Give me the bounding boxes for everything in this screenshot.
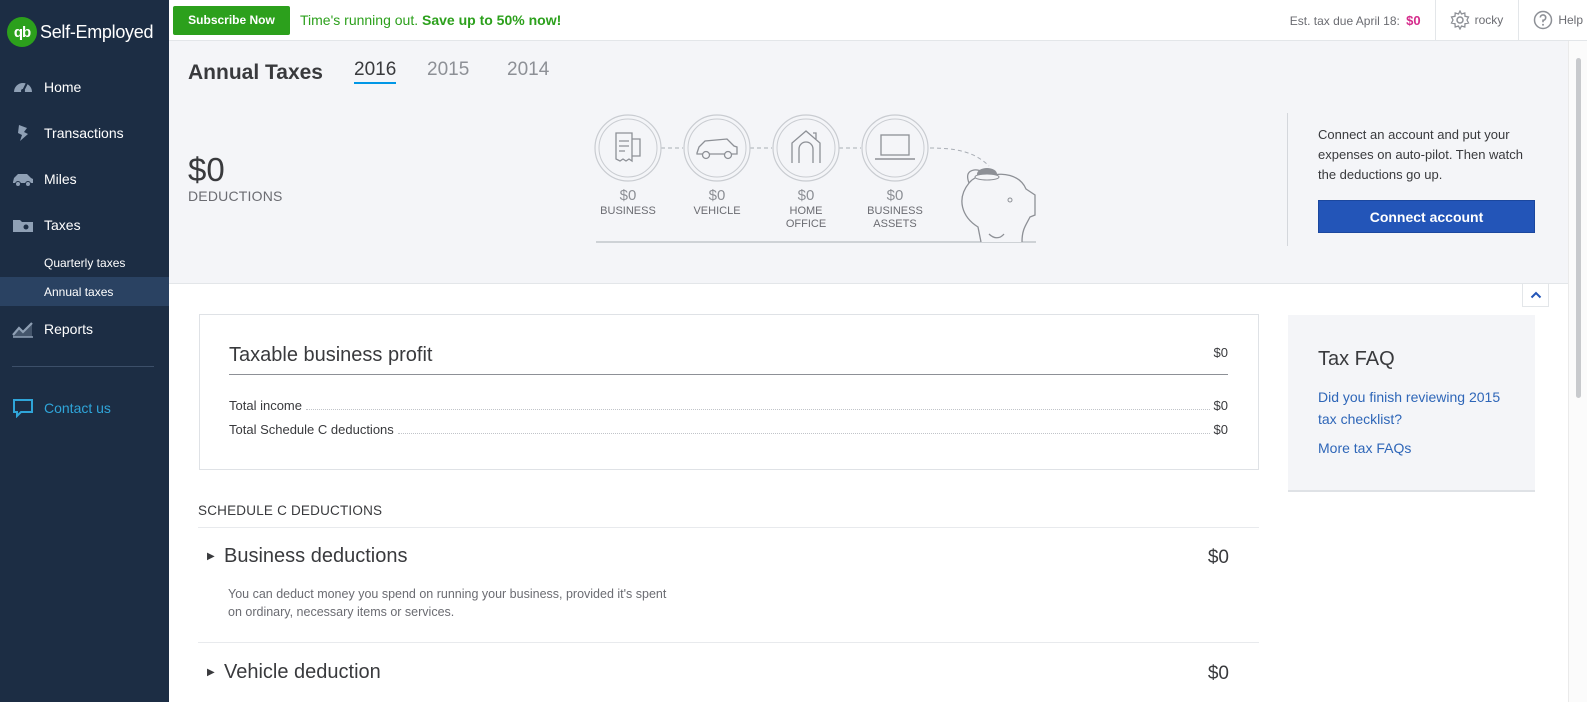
piggy-bank-icon bbox=[961, 168, 1036, 243]
connect-account-text: Connect an account and put your expenses… bbox=[1318, 127, 1524, 182]
car-icon bbox=[11, 169, 35, 189]
subscribe-now-button[interactable]: Subscribe Now bbox=[173, 5, 290, 35]
deductions-summary: Annual Taxes 2016 2015 2014 $0 DEDUCTION… bbox=[169, 41, 1587, 284]
profit-value: $0 bbox=[1213, 345, 1228, 360]
collapse-button[interactable] bbox=[1522, 284, 1549, 307]
taxable-profit-card: Taxable business profit $0 Total income … bbox=[199, 314, 1259, 470]
sidebar-item-label: Reports bbox=[44, 321, 94, 337]
laptop-icon bbox=[861, 114, 929, 182]
sidebar-item-label: Transactions bbox=[44, 125, 124, 141]
faq-checklist-link[interactable]: Did you finish reviewing 2015 tax checkl… bbox=[1318, 386, 1518, 430]
promo-text: Time's running out. bbox=[300, 12, 422, 28]
sidebar-subitem-quarterly-taxes[interactable]: Quarterly taxes bbox=[0, 248, 169, 277]
category-label: BUSINESS ASSETS bbox=[867, 205, 923, 230]
chat-icon bbox=[11, 398, 35, 418]
chevron-up-icon bbox=[1530, 291, 1541, 299]
qb-logo: qb bbox=[7, 17, 37, 47]
top-right-area: Est. tax due April 18: $0 rocky Help bbox=[1290, 0, 1587, 40]
profit-divider bbox=[229, 374, 1228, 375]
hero-divider bbox=[1287, 113, 1288, 246]
help-icon bbox=[1534, 10, 1553, 30]
section-divider bbox=[198, 642, 1259, 643]
sidebar-divider bbox=[12, 366, 154, 367]
deductions-total: $0 bbox=[188, 151, 225, 188]
taxes-icon bbox=[11, 215, 35, 235]
tab-year-2016[interactable]: 2016 bbox=[354, 59, 397, 84]
scrollbar-thumb[interactable] bbox=[1576, 58, 1581, 398]
faq-title: Tax FAQ bbox=[1318, 348, 1395, 370]
more-tax-faqs-link[interactable]: More tax FAQs bbox=[1318, 440, 1411, 456]
category-business-assets: $0 BUSINESS ASSETS bbox=[855, 187, 935, 231]
est-tax-value: $0 bbox=[1406, 12, 1421, 28]
user-menu[interactable]: rocky bbox=[1436, 10, 1519, 30]
sidebar: qb Self-Employed Home Transactions Miles… bbox=[0, 0, 169, 702]
sidebar-item-reports[interactable]: Reports bbox=[0, 306, 169, 352]
dot-leader bbox=[397, 433, 1210, 434]
gear-icon bbox=[1450, 10, 1470, 30]
car-icon bbox=[683, 114, 751, 182]
category-value: $0 bbox=[797, 187, 815, 204]
promo-bold-text[interactable]: Save up to 50% now! bbox=[422, 12, 561, 28]
section-divider bbox=[198, 527, 1259, 528]
dashboard-icon bbox=[11, 77, 35, 97]
schedule-c-heading: SCHEDULE C DEDUCTIONS bbox=[198, 503, 383, 518]
brand[interactable]: qb Self-Employed bbox=[0, 0, 169, 64]
line-label: Total Schedule C deductions bbox=[229, 422, 394, 437]
dot-leader bbox=[305, 409, 1210, 410]
tax-faq-panel: Tax FAQ Did you finish reviewing 2015 ta… bbox=[1288, 315, 1535, 492]
expand-caret-icon[interactable]: ▶ bbox=[207, 667, 215, 678]
estimated-tax: Est. tax due April 18: $0 bbox=[1290, 13, 1435, 28]
sidebar-item-label: Taxes bbox=[44, 217, 81, 233]
business-deductions-description: You can deduct money you spend on runnin… bbox=[228, 587, 667, 619]
expand-caret-icon[interactable]: ▶ bbox=[207, 551, 215, 562]
vehicle-deduction-value: $0 bbox=[1207, 663, 1229, 684]
sidebar-item-home[interactable]: Home bbox=[0, 64, 169, 110]
category-business: $0 BUSINESS bbox=[588, 187, 668, 218]
contact-us-label: Contact us bbox=[44, 400, 111, 416]
top-bar: Subscribe Now Time's running out. Save u… bbox=[169, 0, 1587, 41]
sidebar-subitem-annual-taxes[interactable]: Annual taxes bbox=[0, 277, 169, 306]
brand-name: Self-Employed bbox=[40, 21, 154, 42]
sidebar-item-label: Home bbox=[44, 79, 82, 95]
line-label: Total income bbox=[229, 398, 302, 413]
line-value: $0 bbox=[1213, 398, 1228, 413]
category-vehicle: $0 VEHICLE bbox=[677, 187, 757, 218]
business-deductions-toggle[interactable]: Business deductions bbox=[224, 545, 407, 568]
category-label: HOME OFFICE bbox=[785, 205, 827, 230]
business-deductions-value: $0 bbox=[1207, 547, 1229, 568]
vehicle-deduction-toggle[interactable]: Vehicle deduction bbox=[224, 661, 381, 684]
sidebar-item-label: Miles bbox=[44, 171, 77, 187]
line-value: $0 bbox=[1213, 422, 1228, 437]
profit-title: Taxable business profit bbox=[229, 344, 433, 366]
transactions-icon bbox=[11, 123, 35, 143]
chart-line-icon bbox=[11, 319, 35, 339]
sidebar-item-miles[interactable]: Miles bbox=[0, 156, 169, 202]
category-label: VEHICLE bbox=[693, 205, 741, 217]
total-income-row: Total income $0 bbox=[229, 397, 1228, 413]
category-home-office: $0 HOME OFFICE bbox=[766, 187, 846, 231]
category-value: $0 bbox=[708, 187, 726, 204]
sidebar-item-transactions[interactable]: Transactions bbox=[0, 110, 169, 156]
deductions-label: DEDUCTIONS bbox=[188, 188, 283, 204]
est-tax-label: Est. tax due April 18: bbox=[1289, 13, 1400, 28]
tab-year-2014[interactable]: 2014 bbox=[507, 59, 549, 81]
user-name: rocky bbox=[1474, 13, 1504, 27]
tab-year-2015[interactable]: 2015 bbox=[427, 59, 469, 81]
receipt-icon bbox=[594, 114, 662, 182]
sidebar-item-taxes[interactable]: Taxes bbox=[0, 202, 169, 248]
category-value: $0 bbox=[619, 187, 637, 204]
promo-banner: Time's running out. Save up to 50% now! bbox=[300, 12, 561, 28]
total-schedule-c-row: Total Schedule C deductions $0 bbox=[229, 421, 1228, 437]
help-label: Help bbox=[1558, 13, 1583, 27]
help-button[interactable]: Help bbox=[1519, 10, 1587, 30]
contact-us-link[interactable]: Contact us bbox=[0, 385, 169, 431]
page-title: Annual Taxes bbox=[188, 61, 323, 84]
category-label: BUSINESS bbox=[600, 205, 656, 217]
house-icon bbox=[772, 114, 840, 182]
category-value: $0 bbox=[886, 187, 904, 204]
connect-account-button[interactable]: Connect account bbox=[1318, 200, 1535, 233]
